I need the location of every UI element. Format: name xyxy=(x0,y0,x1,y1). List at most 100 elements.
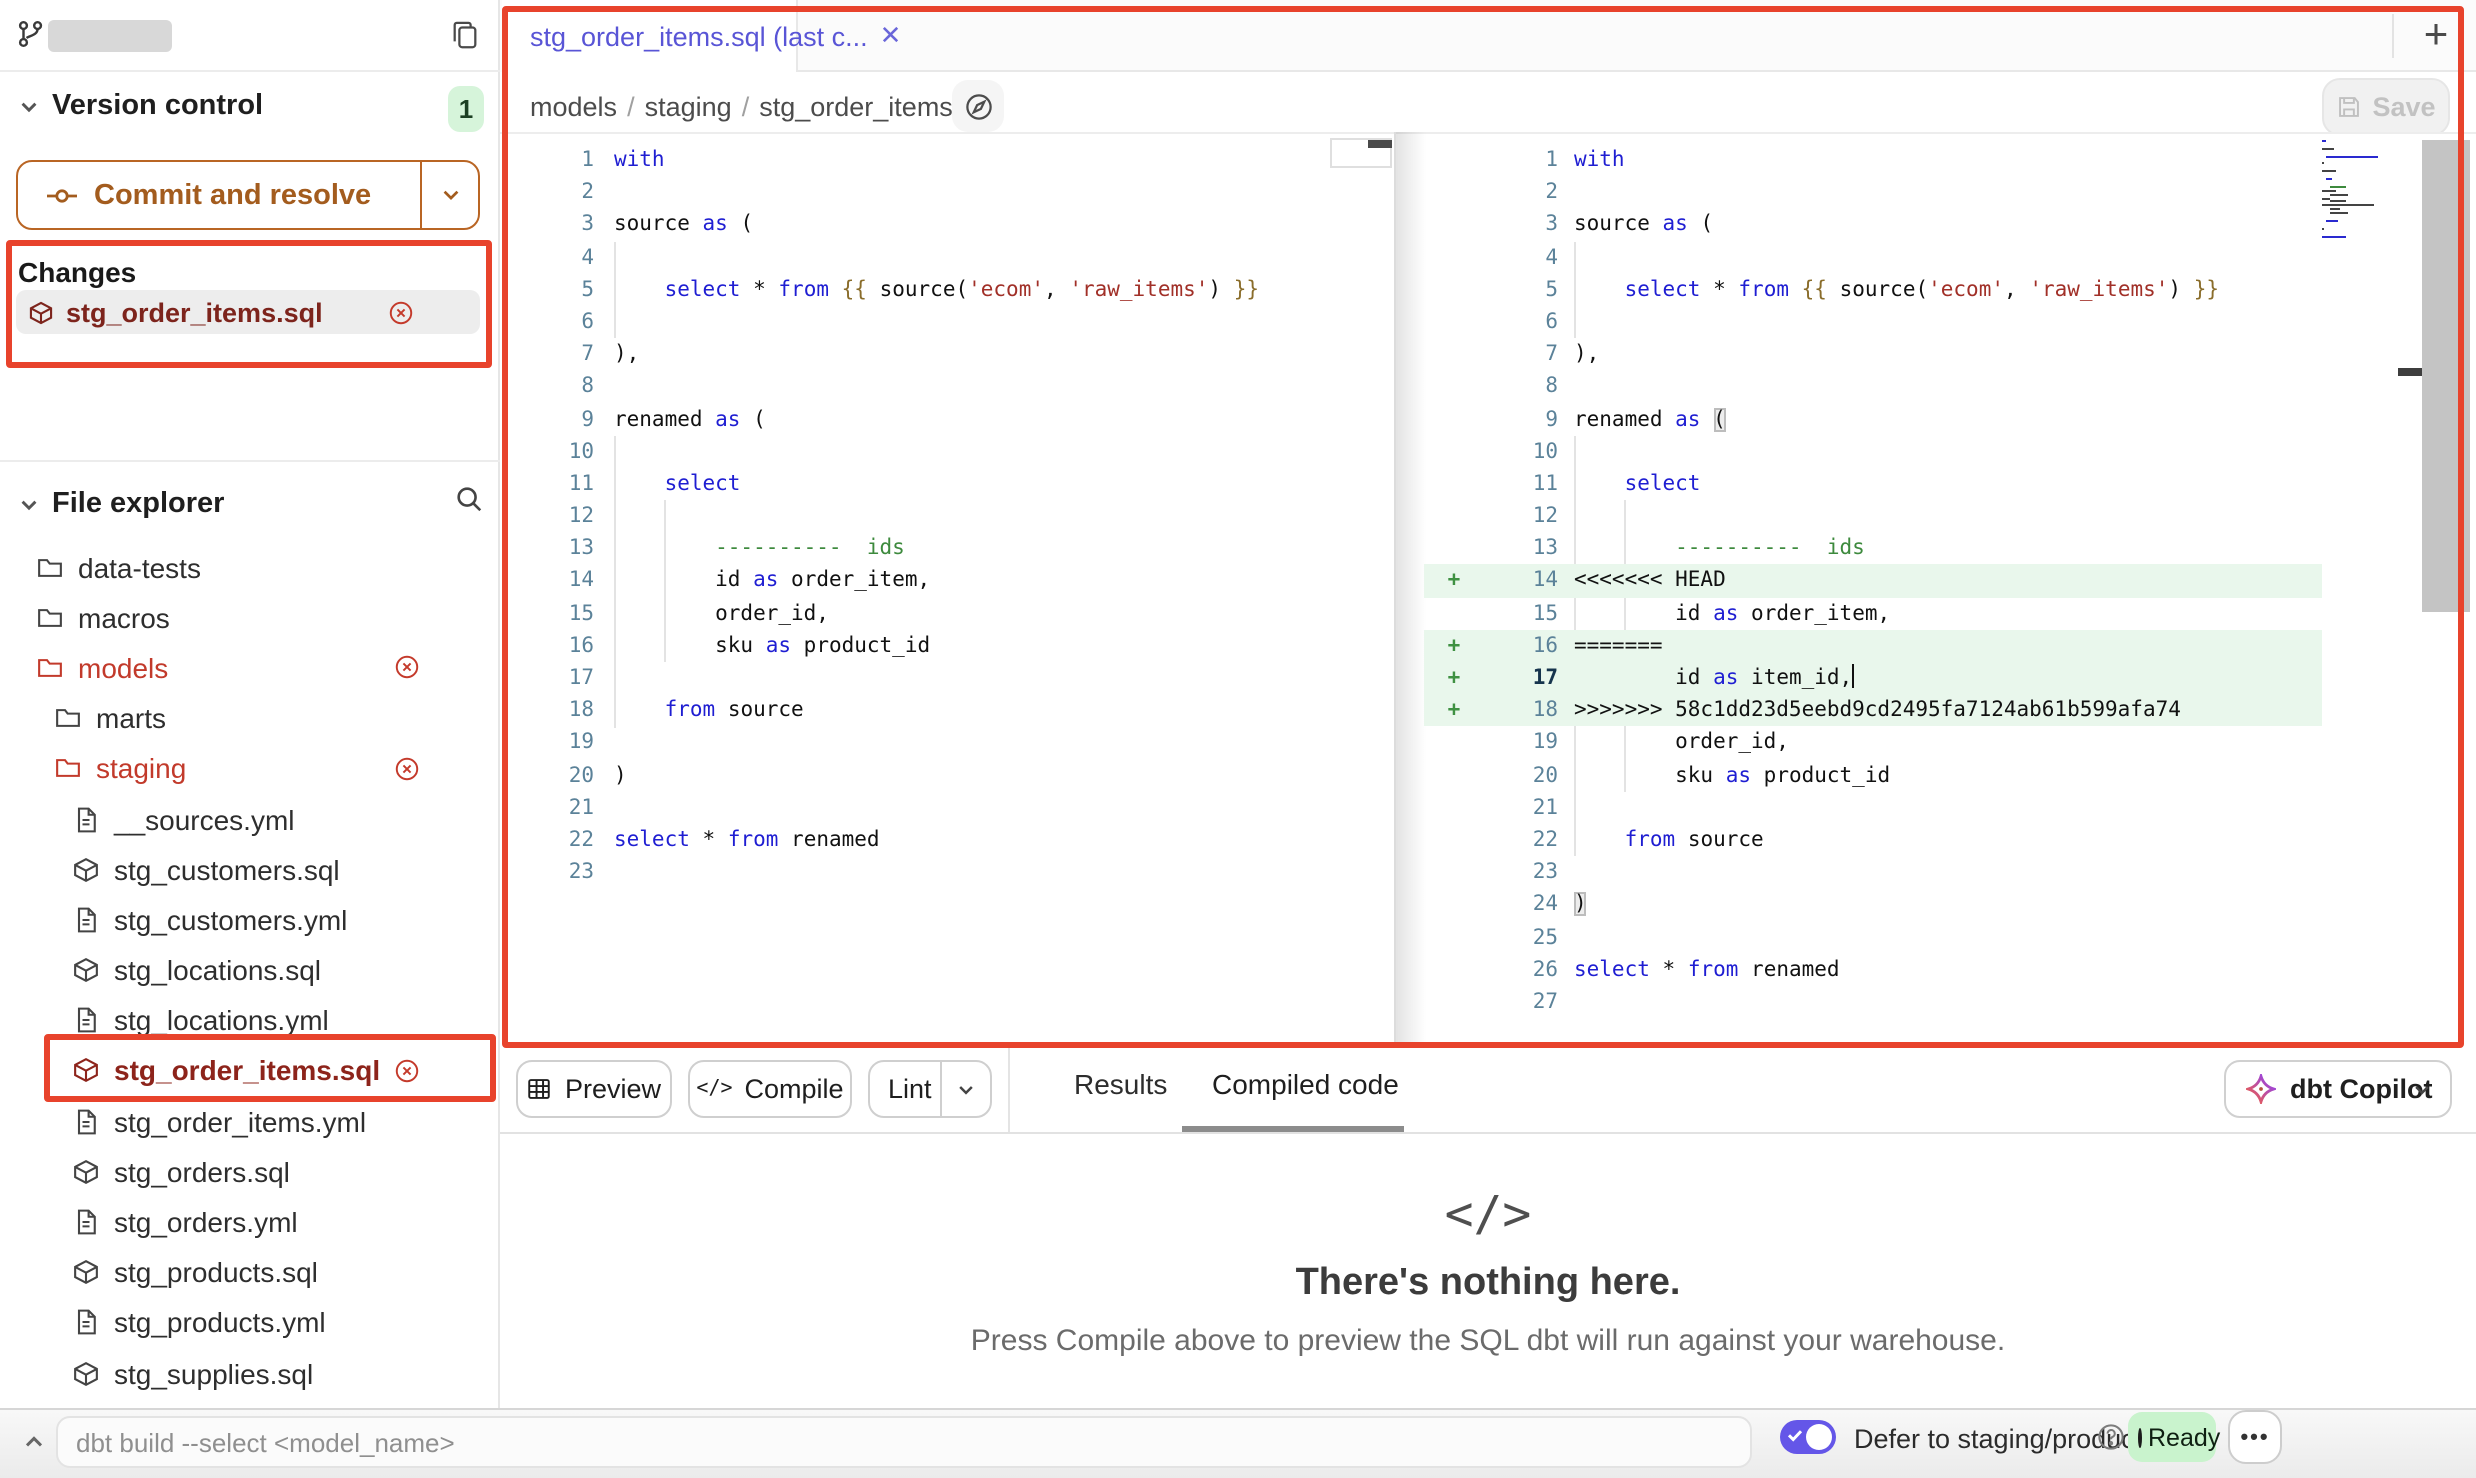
code-line-23: 23 xyxy=(502,856,1394,888)
code-line-18: +18>>>>>>> 58c1dd23d5eebd9cd2495fa7124ab… xyxy=(1424,694,2322,726)
code-line-15: 15 order_id, xyxy=(502,597,1394,629)
tree-item-data-tests[interactable]: data-tests xyxy=(0,542,500,592)
tree-item-stg_products.yml[interactable]: stg_products.yml xyxy=(0,1298,500,1348)
table-grid-icon xyxy=(527,1076,553,1102)
code-line-17: 17 xyxy=(502,662,1394,694)
changed-file-stg-order-items[interactable]: stg_order_items.sql xyxy=(16,290,480,334)
code-line-10: 10 xyxy=(1424,435,2322,467)
new-tab-button[interactable]: + xyxy=(2404,4,2468,68)
search-icon[interactable] xyxy=(454,484,484,514)
tree-item-stg_order_items.yml[interactable]: stg_order_items.yml xyxy=(0,1096,500,1146)
git-branch-icon xyxy=(16,18,46,50)
code-line-7: 7), xyxy=(1424,338,2322,370)
close-tab-icon[interactable]: ✕ xyxy=(880,20,902,52)
code-line-6: 6 xyxy=(502,306,1394,338)
lint-button[interactable]: Lint xyxy=(868,1060,992,1118)
minimap[interactable] xyxy=(2322,140,2396,244)
chevron-down-icon[interactable] xyxy=(18,494,40,516)
chevron-up-icon[interactable] xyxy=(22,1430,46,1454)
code-line-21: 21 xyxy=(1424,792,2322,824)
check-icon xyxy=(1786,1426,1804,1444)
chevron-down-icon[interactable] xyxy=(2412,1079,2432,1099)
code-line-22: 22 from source xyxy=(1424,824,2322,856)
folder-icon xyxy=(54,704,82,732)
code-line-11: 11 select xyxy=(1424,468,2322,500)
file-icon xyxy=(72,1107,100,1135)
tree-item-stg_locations.yml[interactable]: stg_locations.yml xyxy=(0,995,500,1045)
discard-change-icon[interactable] xyxy=(388,299,414,325)
code-line-16: +16======= xyxy=(1424,630,2322,662)
tree-item-__sources.yml[interactable]: __sources.yml xyxy=(0,794,500,844)
tree-item-stg_locations.sql[interactable]: stg_locations.sql xyxy=(0,945,500,995)
chevron-down-icon[interactable] xyxy=(956,1079,976,1099)
file-icon xyxy=(72,1007,100,1035)
command-input[interactable] xyxy=(56,1416,1752,1468)
model-cube-icon xyxy=(28,299,54,325)
folder-icon xyxy=(36,654,64,682)
discard-change-icon[interactable] xyxy=(394,655,420,681)
tree-item-stg_supplies.sql[interactable]: stg_supplies.sql xyxy=(0,1348,500,1398)
tree-item-stg_products.sql[interactable]: stg_products.sql xyxy=(0,1247,500,1297)
empty-state-title: There's nothing here. xyxy=(500,1262,2476,1306)
tree-item-stg_order_items.sql[interactable]: stg_order_items.sql xyxy=(0,1046,500,1096)
editor-pane-original[interactable]: 1with23source as (45 select * from {{ so… xyxy=(502,132,1394,1046)
tree-item-models[interactable]: models xyxy=(0,643,500,693)
tab-stg-order-items[interactable]: stg_order_items.sql (last c... ✕ xyxy=(502,0,798,72)
right-pane-scrollbar[interactable] xyxy=(2422,140,2470,612)
left-pane-scrollbar-thumb[interactable] xyxy=(1368,140,1392,147)
tree-item-stg_orders.sql[interactable]: stg_orders.sql xyxy=(0,1147,500,1197)
branch-name-redacted xyxy=(48,20,172,52)
status-circle-icon xyxy=(2138,1427,2142,1447)
dbt-copilot-button[interactable]: dbt Copilot xyxy=(2224,1060,2452,1118)
compile-button[interactable]: </> Compile xyxy=(688,1060,852,1118)
editor-toolbar: Preview </> Compile Lint Results Compile… xyxy=(500,1046,2476,1134)
model-icon xyxy=(72,1359,100,1387)
file-icon xyxy=(72,1208,100,1236)
breadcrumb-row: models/staging/stg_order_items.sql Save xyxy=(500,72,2476,132)
model-icon xyxy=(72,1258,100,1286)
code-line-17: +17 id as item_id, xyxy=(1424,662,2322,694)
tree-item-staging[interactable]: staging xyxy=(0,744,500,794)
tab-results[interactable]: Results xyxy=(1074,1068,1167,1100)
preview-button[interactable]: Preview xyxy=(516,1060,672,1118)
copy-icon[interactable] xyxy=(450,20,480,50)
tree-item-stg_orders.yml[interactable]: stg_orders.yml xyxy=(0,1197,500,1247)
status-badge[interactable]: Ready xyxy=(2128,1412,2216,1462)
code-line-20: 20) xyxy=(502,759,1394,791)
model-lineage-icon[interactable] xyxy=(952,80,1004,132)
tab-compiled-code[interactable]: Compiled code xyxy=(1212,1068,1399,1100)
git-commit-icon xyxy=(46,179,78,211)
commit-and-resolve-button[interactable]: Commit and resolve xyxy=(16,160,480,230)
file-icon xyxy=(72,1309,100,1337)
file-explorer-title: File explorer xyxy=(52,488,224,520)
tree-item-stg_customers.sql[interactable]: stg_customers.sql xyxy=(0,844,500,894)
version-control-title: Version control xyxy=(52,90,263,122)
help-icon[interactable] xyxy=(2096,1422,2126,1452)
tree-item-macros[interactable]: macros xyxy=(0,592,500,642)
copilot-spark-icon xyxy=(2246,1074,2276,1104)
save-floppy-icon xyxy=(2336,94,2362,120)
code-line-5: 5 select * from {{ source('ecom', 'raw_i… xyxy=(502,274,1394,306)
code-line-24: 24) xyxy=(1424,889,2322,921)
sidebar: Version control 1 Commit and resolve Cha… xyxy=(0,0,500,1408)
code-line-8: 8 xyxy=(502,371,1394,403)
discard-change-icon[interactable] xyxy=(394,756,420,782)
code-line-2: 2 xyxy=(1424,176,2322,208)
save-button[interactable]: Save xyxy=(2322,78,2450,136)
tree-item-marts[interactable]: marts xyxy=(0,693,500,743)
dbt-ide: Version control 1 Commit and resolve Cha… xyxy=(0,0,2476,1478)
code-line-13: 13 ---------- ids xyxy=(1424,533,2322,565)
defer-toggle[interactable] xyxy=(1780,1420,1836,1454)
tab-strip: stg_order_items.sql (last c... ✕ + xyxy=(500,0,2476,72)
tree-item-stg_customers.yml[interactable]: stg_customers.yml xyxy=(0,895,500,945)
code-line-23: 23 xyxy=(1424,856,2322,888)
discard-change-icon[interactable] xyxy=(394,1058,420,1084)
code-line-10: 10 xyxy=(502,435,1394,467)
chevron-down-icon[interactable] xyxy=(440,184,462,206)
code-line-4: 4 xyxy=(502,241,1394,273)
chevron-down-icon[interactable] xyxy=(18,96,40,118)
editor-pane-modified[interactable]: 1with23source as (45 select * from {{ so… xyxy=(1424,132,2422,1046)
more-options-button[interactable]: ••• xyxy=(2228,1410,2282,1464)
code-line-7: 7), xyxy=(502,338,1394,370)
code-line-13: 13 ---------- ids xyxy=(502,533,1394,565)
